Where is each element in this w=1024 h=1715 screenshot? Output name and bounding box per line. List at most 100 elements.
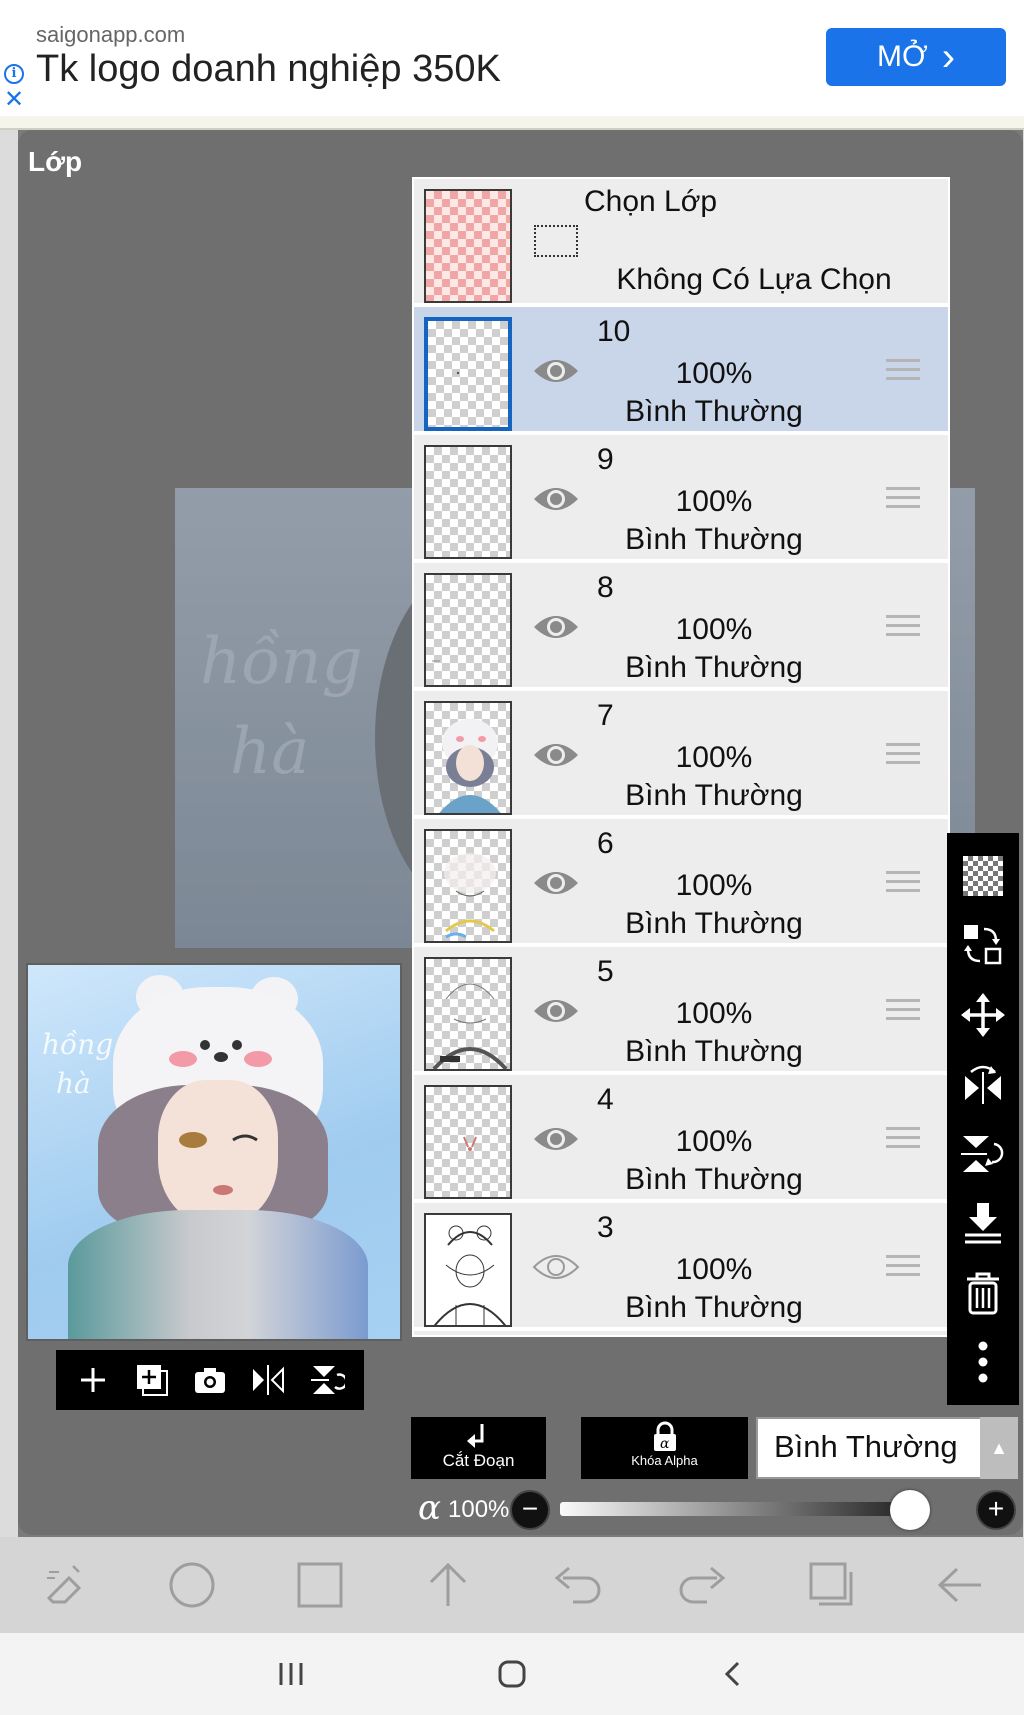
app-edge — [0, 130, 18, 1537]
layer-thumbnail — [424, 573, 512, 687]
opacity-slider[interactable] — [560, 1502, 910, 1516]
jacket — [68, 1210, 368, 1339]
layer-panel: hồng hà Lớp hồng hà Chọn Lớp Không Có Lự… — [18, 130, 1023, 1535]
opacity-slider-handle[interactable] — [890, 1490, 930, 1530]
nav-back-icon[interactable] — [708, 1649, 758, 1699]
rotate-icon[interactable] — [305, 1358, 349, 1402]
drag-handle-icon[interactable] — [886, 615, 920, 641]
visibility-eye-icon[interactable] — [532, 1249, 580, 1285]
layer-row[interactable]: 10 100% Bình Thường — [414, 307, 948, 433]
layer-row[interactable]: 7 100% Bình Thường — [414, 691, 948, 817]
add-layer-icon[interactable] — [130, 1358, 174, 1402]
home-icon[interactable] — [487, 1649, 537, 1699]
visibility-eye-icon[interactable] — [532, 993, 580, 1029]
opacity-value: 100% — [448, 1496, 510, 1523]
drag-handle-icon[interactable] — [886, 359, 920, 385]
visibility-eye-icon[interactable] — [532, 481, 580, 517]
layers-icon[interactable] — [802, 1555, 862, 1615]
canvas-signature-line1: hồng — [200, 625, 363, 699]
layer-thumbnail — [424, 1085, 512, 1199]
opacity-increase-button[interactable]: + — [976, 1490, 1016, 1530]
recent-apps-icon[interactable] — [266, 1649, 316, 1699]
layer-number: 8 — [597, 571, 614, 604]
square-icon[interactable] — [290, 1555, 350, 1615]
selection-layer[interactable]: Chọn Lớp Không Có Lựa Chọn — [414, 179, 948, 305]
drag-handle-icon[interactable] — [886, 999, 920, 1025]
drag-handle-icon[interactable] — [886, 1127, 920, 1153]
ad-title[interactable]: Tk logo doanh nghiệp 350K — [36, 48, 501, 91]
preview-signature: hồng hà — [42, 1025, 113, 1103]
canvas-preview[interactable]: hồng hà — [26, 963, 402, 1341]
flip-icon[interactable] — [246, 1358, 290, 1402]
layer-blend-mode: Bình Thường — [625, 1291, 803, 1324]
ad-close-icon[interactable]: ✕ — [4, 88, 24, 112]
move-icon[interactable] — [959, 991, 1007, 1039]
drag-handle-icon[interactable] — [886, 743, 920, 769]
opacity-row: α 100% − + — [410, 1488, 1022, 1532]
selection-layer-title: Chọn Lớp — [584, 185, 718, 218]
drag-handle-icon[interactable] — [886, 487, 920, 513]
eraser-icon[interactable] — [34, 1555, 94, 1615]
alpha-lock-button[interactable]: α Khóa Alpha — [581, 1417, 748, 1479]
blend-mode-dropdown-icon[interactable]: ▲ — [980, 1417, 1018, 1479]
layer-row[interactable]: 8 100% Bình Thường — [414, 563, 948, 689]
clipping-label: Cắt Đoạn — [442, 1451, 515, 1470]
layer-thumbnail — [424, 1213, 512, 1327]
layer-list[interactable]: Chọn Lớp Không Có Lựa Chọn 10 100% Bình Th… — [412, 177, 950, 1337]
back-icon[interactable] — [930, 1555, 990, 1615]
visibility-eye-icon[interactable] — [532, 609, 580, 645]
system-nav-bar — [0, 1633, 1024, 1715]
visibility-eye-icon[interactable] — [532, 865, 580, 901]
drag-handle-icon[interactable] — [886, 1255, 920, 1281]
layer-opacity: 100% — [675, 1125, 753, 1158]
ad-banner[interactable]: saigonapp.com Tk logo doanh nghiệp 350K … — [0, 0, 1024, 116]
layer-row[interactable]: 2100%Bình Thường — [414, 1331, 948, 1335]
more-icon[interactable] — [959, 1338, 1007, 1386]
flip-horizontal-icon[interactable] — [959, 1060, 1007, 1108]
visibility-eye-icon[interactable] — [532, 1121, 580, 1157]
lock-icon: α — [653, 1421, 676, 1452]
layer-row[interactable]: 9 100% Bình Thường — [414, 435, 948, 561]
layer-opacity: 100% — [675, 997, 753, 1030]
circle-icon[interactable] — [162, 1555, 222, 1615]
layer-row[interactable]: 5 100% Bình Thường — [414, 947, 948, 1073]
drag-handle-icon[interactable] — [886, 871, 920, 897]
layer-row[interactable]: 6 100% Bình Thường — [414, 819, 948, 945]
layer-thumbnail — [424, 317, 512, 431]
layer-number: 7 — [597, 699, 614, 732]
up-arrow-icon[interactable] — [418, 1555, 478, 1615]
clipping-button[interactable]: Cắt Đoạn — [411, 1417, 546, 1479]
ad-info-icon[interactable]: i — [4, 64, 24, 84]
layer-blend-mode: Bình Thường — [625, 523, 803, 556]
preview-signature-line1: hồng — [42, 1028, 114, 1061]
layer-blend-mode: Bình Thường — [625, 1163, 803, 1196]
alpha-symbol: α — [418, 1488, 441, 1528]
layer-thumbnail — [424, 445, 512, 559]
redo-icon[interactable] — [674, 1555, 734, 1615]
plus-icon[interactable] — [71, 1358, 115, 1402]
opacity-decrease-button[interactable]: − — [510, 1490, 550, 1530]
preview-toolbar — [56, 1350, 364, 1410]
layer-thumbnail — [424, 829, 512, 943]
visibility-eye-icon[interactable] — [532, 737, 580, 773]
layer-row[interactable]: 3 100% Bình Thường — [414, 1203, 948, 1329]
selection-rect-icon — [534, 225, 578, 257]
layer-number: 4 — [597, 1083, 614, 1116]
blend-mode-select[interactable]: Bình Thường — [756, 1417, 1016, 1479]
swap-layer-icon[interactable] — [959, 921, 1007, 969]
layer-opacity: 100% — [675, 357, 753, 390]
camera-icon[interactable] — [188, 1358, 232, 1402]
transparency-icon[interactable] — [959, 852, 1007, 900]
layer-number: 3 — [597, 1211, 614, 1244]
layer-opacity: 100% — [675, 613, 753, 646]
selection-thumbnail — [424, 189, 512, 303]
layer-row[interactable]: 4 100% Bình Thường — [414, 1075, 948, 1201]
undo-icon[interactable] — [546, 1555, 606, 1615]
trash-icon[interactable] — [959, 1269, 1007, 1317]
bottom-toolbar — [0, 1537, 1024, 1633]
flip-vertical-icon[interactable] — [959, 1130, 1007, 1178]
merge-down-icon[interactable] — [959, 1199, 1007, 1247]
layer-opacity: 100% — [675, 485, 753, 518]
visibility-eye-icon[interactable] — [532, 353, 580, 389]
ad-open-button[interactable]: MỞ › — [826, 28, 1006, 86]
